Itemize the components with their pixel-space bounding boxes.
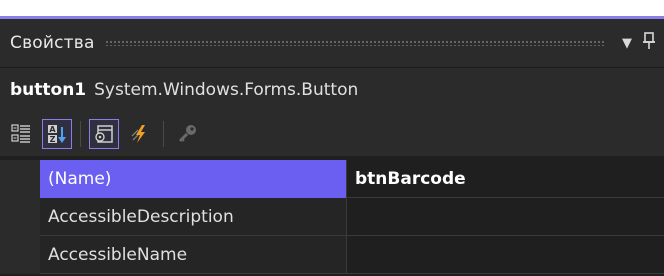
events-button[interactable] — [125, 119, 155, 149]
categorized-button[interactable] — [6, 119, 36, 149]
property-pages-button[interactable] — [172, 119, 202, 149]
alphabetical-icon: A Z — [48, 125, 66, 144]
property-grid: (Name) btnBarcode AccessibleDescription … — [0, 160, 664, 274]
object-selector[interactable]: button1 System.Windows.Forms.Button — [0, 67, 664, 112]
property-value[interactable] — [346, 198, 664, 236]
properties-panel: Свойства ▼ button1 System.Windows.Forms.… — [0, 0, 664, 276]
row-gutter — [0, 236, 40, 274]
row-gutter — [0, 198, 40, 236]
panel-titlebar[interactable]: Свойства ▼ — [0, 19, 664, 67]
property-name[interactable]: AccessibleName — [40, 236, 346, 274]
top-strip — [0, 0, 664, 16]
property-pages-icon — [178, 125, 196, 143]
property-name[interactable]: (Name) — [40, 160, 346, 198]
toolbar-separator — [163, 121, 164, 147]
panel-title: Свойства — [10, 33, 95, 53]
toolbar-separator — [80, 121, 81, 147]
object-name: button1 — [10, 80, 87, 100]
property-row[interactable]: AccessibleName — [0, 236, 664, 274]
object-type: System.Windows.Forms.Button — [94, 80, 359, 100]
svg-text:Z: Z — [50, 135, 56, 144]
property-row[interactable]: (Name) btnBarcode — [0, 160, 664, 198]
alphabetical-button[interactable]: A Z — [42, 119, 72, 149]
svg-text:A: A — [49, 125, 56, 134]
properties-icon — [95, 125, 113, 143]
properties-button[interactable] — [89, 119, 119, 149]
triangle-down-icon[interactable]: ▼ — [616, 36, 638, 51]
drag-grip[interactable] — [104, 40, 606, 46]
properties-toolbar: A Z — [0, 112, 664, 156]
property-row[interactable]: AccessibleDescription — [0, 198, 664, 236]
property-value[interactable]: btnBarcode — [346, 160, 664, 198]
events-icon — [131, 125, 145, 143]
categorized-icon — [11, 124, 30, 143]
pin-icon[interactable] — [638, 31, 660, 55]
property-name[interactable]: AccessibleDescription — [40, 198, 346, 236]
property-value[interactable] — [346, 236, 664, 274]
row-gutter — [0, 160, 40, 198]
